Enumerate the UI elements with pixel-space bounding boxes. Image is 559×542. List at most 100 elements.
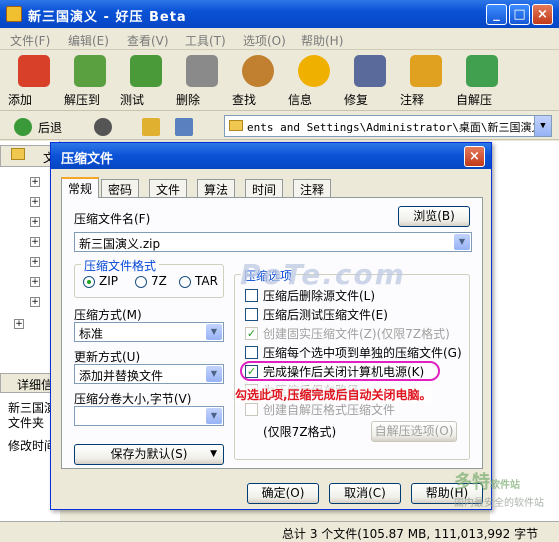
radio-zip[interactable]	[83, 276, 95, 288]
folder-icon	[11, 148, 25, 160]
find-icon	[242, 55, 274, 87]
method-label: 压缩方式(M)	[74, 308, 142, 322]
only-7z-note: (仅限7Z格式)	[263, 425, 337, 439]
tree-expander[interactable]: +	[30, 257, 40, 267]
ok-button[interactable]: 确定(O)	[247, 483, 319, 504]
file-list[interactable]	[490, 141, 559, 521]
separate-archives-label: 压缩每个选中项到单独的压缩文件(G)	[263, 346, 462, 360]
chevron-down-icon[interactable]: ▼	[206, 366, 222, 382]
status-text: 总计 3 个文件(105.87 MB, 111,013,992 字节	[282, 527, 539, 541]
sfx-checkbox-label: 创建自解压格式压缩文件	[263, 403, 396, 417]
repair-button[interactable]: 修复	[344, 55, 396, 107]
sfx-checkbox	[245, 403, 258, 416]
find-button[interactable]: 查找	[232, 55, 284, 107]
tab-comment[interactable]: 注释	[293, 179, 332, 197]
radio-zip-label: ZIP	[99, 274, 118, 288]
test-after-checkbox[interactable]	[245, 308, 258, 321]
menu-edit[interactable]: 编辑(E)	[68, 32, 109, 49]
delete-icon	[186, 55, 218, 87]
sfx-button[interactable]: 自解压	[456, 55, 508, 107]
watermark: PoTe.com	[240, 258, 406, 291]
sfx-icon	[466, 55, 498, 87]
tab-algorithm[interactable]: 算法	[197, 179, 236, 197]
close-button[interactable]: ×	[532, 4, 553, 25]
method-select[interactable]: 标准 ▼	[74, 322, 224, 342]
toolbar: 添加 解压到 测试 删除 查找 信息 修复 注释 自解压	[0, 51, 559, 111]
tab-time[interactable]: 时间	[245, 179, 284, 197]
menu-help[interactable]: 帮助(H)	[301, 32, 343, 49]
tab-page-general: 压缩文件名(F) 浏览(B) 新三国演义.zip ▼ 压缩文件格式 ZIP 7Z…	[61, 197, 483, 469]
tree-expander[interactable]: +	[30, 297, 40, 307]
address-bar: 后退 ents and Settings\Administrator\桌面\新三…	[0, 112, 559, 140]
save-default-label: 保存为默认(S)	[110, 447, 188, 461]
back-icon[interactable]	[14, 118, 32, 136]
update-select[interactable]: 添加并替换文件 ▼	[74, 364, 224, 384]
separate-archives-checkbox[interactable]	[245, 346, 258, 359]
extract-label: 解压到	[64, 93, 101, 107]
back-label[interactable]: 后退	[38, 119, 62, 136]
menu-tools[interactable]: 工具(T)	[185, 32, 226, 49]
menu-bar: 文件(F) 编辑(E) 查看(V) 工具(T) 选项(O) 帮助(H)	[0, 28, 559, 50]
tree-expander[interactable]: +	[30, 177, 40, 187]
tree-expander[interactable]: +	[30, 237, 40, 247]
radio-tar[interactable]	[179, 276, 191, 288]
up-folder-icon[interactable]	[142, 118, 160, 136]
update-label: 更新方式(U)	[74, 350, 141, 364]
method-value: 标准	[79, 327, 104, 341]
add-button[interactable]: 添加	[8, 55, 60, 107]
chevron-down-icon[interactable]: ▼	[206, 324, 222, 340]
comment-label: 注释	[400, 93, 425, 107]
dialog-close-button[interactable]: ×	[464, 146, 485, 167]
repair-icon	[354, 55, 386, 87]
chevron-down-icon[interactable]: ▼	[454, 234, 470, 250]
chevron-down-icon[interactable]: ▼	[534, 116, 551, 136]
comment-icon	[410, 55, 442, 87]
comment-button[interactable]: 注释	[400, 55, 452, 107]
chevron-down-icon: ▼	[210, 449, 217, 459]
radio-7z[interactable]	[135, 276, 147, 288]
tab-password[interactable]: 密码	[101, 179, 140, 197]
extract-button[interactable]: 解压到	[64, 55, 116, 107]
window-titlebar: 新三国演义 - 好压 Beta _ □ ×	[0, 0, 559, 28]
info-button[interactable]: 信息	[288, 55, 340, 107]
forward-icon[interactable]	[94, 118, 112, 136]
chevron-down-icon[interactable]: ▼	[206, 408, 222, 424]
delete-label: 删除	[176, 93, 201, 107]
menu-file[interactable]: 文件(F)	[10, 32, 50, 49]
cancel-button[interactable]: 取消(C)	[329, 483, 401, 504]
status-bar: 总计 3 个文件(105.87 MB, 111,013,992 字节	[0, 521, 559, 541]
minimize-button[interactable]: _	[486, 4, 507, 25]
test-icon	[130, 55, 162, 87]
tree-expander[interactable]: +	[30, 277, 40, 287]
corner-watermark-suffix: 软件站	[490, 480, 520, 491]
tree-expander[interactable]: +	[30, 197, 40, 207]
extract-icon	[74, 55, 106, 87]
info-icon	[298, 55, 330, 87]
view-icon[interactable]	[175, 118, 193, 136]
tab-general[interactable]: 常规	[61, 177, 100, 198]
save-default-button[interactable]: 保存为默认(S) ▼	[74, 444, 224, 465]
add-label: 添加	[8, 93, 33, 107]
radio-tar-label: TAR	[195, 274, 218, 288]
archive-name-value: 新三国演义.zip	[79, 237, 161, 251]
menu-options[interactable]: 选项(O)	[243, 32, 286, 49]
sfx-label: 自解压	[456, 93, 493, 107]
annotation-text: 勾选此项,压缩完成后自动关闭电脑。	[235, 386, 432, 403]
corner-watermark-tagline: 国内最安全的软件站	[454, 498, 544, 509]
test-button[interactable]: 测试	[120, 55, 172, 107]
app-icon	[6, 6, 22, 22]
browse-button[interactable]: 浏览(B)	[398, 206, 470, 227]
address-field[interactable]: ents and Settings\Administrator\桌面\新三国演义…	[224, 115, 552, 137]
tree-expander[interactable]: +	[30, 217, 40, 227]
menu-view[interactable]: 查看(V)	[127, 32, 169, 49]
archive-name-field[interactable]: 新三国演义.zip ▼	[74, 232, 472, 252]
split-select[interactable]: ▼	[74, 406, 224, 426]
maximize-button[interactable]: □	[509, 4, 530, 25]
find-label: 查找	[232, 93, 257, 107]
tree-expander[interactable]: +	[14, 319, 24, 329]
address-text: ents and Settings\Administrator\桌面\新三国演义	[247, 121, 543, 134]
tab-files[interactable]: 文件	[149, 179, 188, 197]
delete-button[interactable]: 删除	[176, 55, 228, 107]
sfx-options-button: 自解压选项(O)	[371, 421, 457, 442]
folder-icon	[229, 120, 243, 131]
